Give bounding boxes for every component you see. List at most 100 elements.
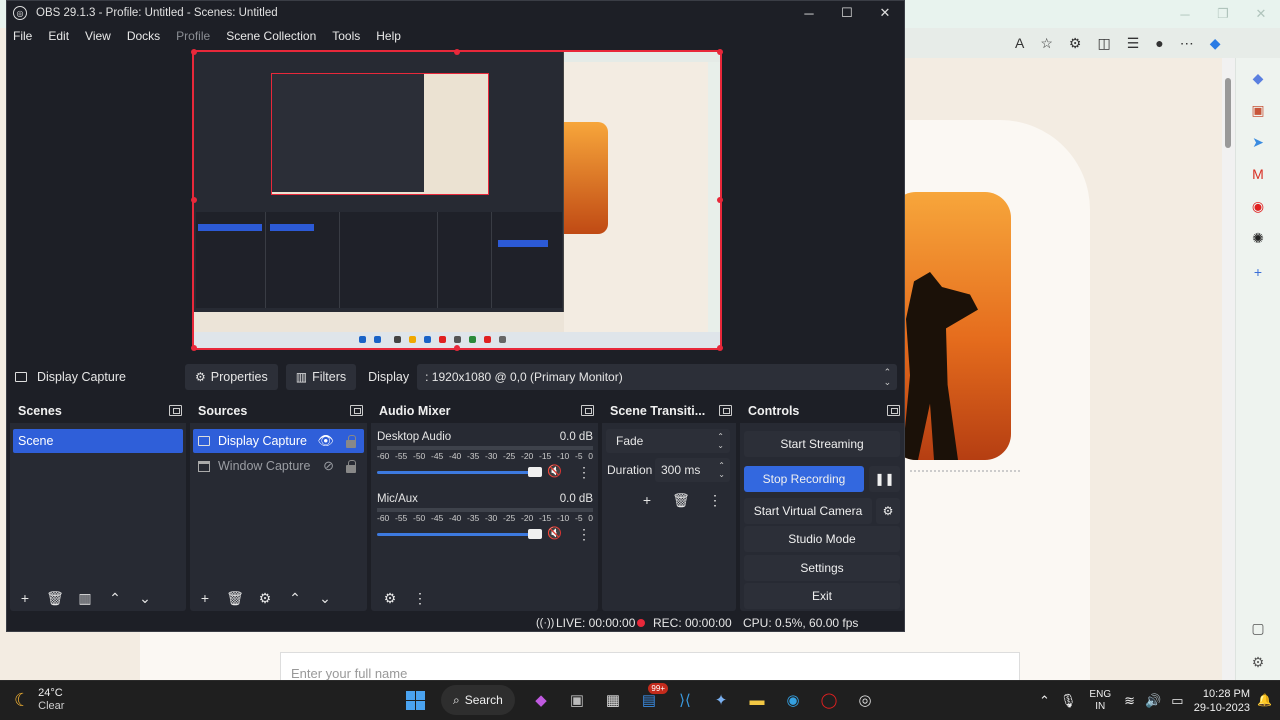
resize-handle[interactable] [191, 49, 197, 55]
source-item-display-capture[interactable]: Display Capture 👁 [193, 429, 364, 453]
obs-maximize-button[interactable]: ☐ [828, 1, 866, 25]
system-clock[interactable]: 10:28 PM 29-10-2023 [1194, 687, 1250, 715]
settings-button[interactable]: Settings [744, 555, 900, 581]
volume-slider[interactable]: 🔇 ⋮ [377, 526, 593, 543]
add-scene-button[interactable]: + [10, 585, 40, 611]
full-name-input[interactable]: Enter your full name [280, 652, 1020, 681]
chevron-up-icon[interactable]: ⌃ [1039, 693, 1050, 709]
notification-bell-icon[interactable]: 🔔 [1257, 693, 1272, 707]
stop-recording-button[interactable]: Stop Recording [744, 466, 864, 492]
eye-hidden-icon[interactable]: ⊘ [323, 458, 334, 474]
more-menu-icon[interactable]: ⋯ [1180, 35, 1194, 52]
move-down-button[interactable]: ⌄ [310, 585, 340, 611]
preview-canvas[interactable] [7, 47, 904, 361]
eye-icon[interactable]: 👁 [317, 433, 334, 449]
start-virtual-camera-button[interactable]: Start Virtual Camera [744, 498, 872, 524]
sidebar-gmail-icon[interactable]: M [1248, 164, 1268, 184]
undock-icon[interactable] [581, 405, 594, 416]
battery-icon[interactable]: ▭ [1171, 693, 1183, 709]
trash-icon[interactable]: 🗑 [666, 487, 696, 513]
exit-button[interactable]: Exit [744, 583, 900, 609]
more-options-icon[interactable]: ⋮ [405, 585, 435, 611]
lock-icon[interactable] [346, 460, 356, 473]
menu-scene-collection[interactable]: Scene Collection [226, 29, 316, 43]
duration-spinbox[interactable]: 300 ms ⌃ ⌄ [655, 458, 730, 482]
studio-mode-button[interactable]: Studio Mode [744, 526, 900, 552]
sidebar-tag-icon[interactable]: ◆ [1248, 68, 1268, 88]
properties-button[interactable]: ⚙ Properties [185, 364, 278, 390]
advanced-audio-icon[interactable]: ⚙ [375, 585, 405, 611]
undock-icon[interactable] [350, 405, 363, 416]
sidebar-settings-icon[interactable]: ⚙ [1248, 652, 1268, 672]
browser-maximize-button[interactable]: ❐ [1204, 0, 1242, 28]
display-capture-preview[interactable] [192, 50, 722, 350]
store-icon[interactable]: ▦ [598, 685, 628, 715]
move-up-button[interactable]: ⌃ [100, 585, 130, 611]
vscode-icon[interactable]: ⟩⟨ [670, 685, 700, 715]
volume-icon[interactable]: 🔊 [1145, 693, 1161, 709]
task-view-icon[interactable]: ▣ [562, 685, 592, 715]
move-up-button[interactable]: ⌃ [280, 585, 310, 611]
menu-profile[interactable]: Profile [176, 29, 210, 43]
sidebar-add-icon[interactable]: + [1248, 262, 1268, 282]
undock-icon[interactable] [887, 405, 900, 416]
sidebar-send-icon[interactable]: ➤ [1248, 132, 1268, 152]
start-streaming-button[interactable]: Start Streaming [744, 431, 900, 457]
resize-handle[interactable] [717, 197, 723, 203]
add-transition-button[interactable]: + [632, 487, 662, 513]
menu-docks[interactable]: Docks [127, 29, 160, 43]
browser-scrollbar[interactable] [1222, 58, 1235, 680]
favorites-icon[interactable]: ☰ [1127, 35, 1140, 52]
menu-tools[interactable]: Tools [332, 29, 360, 43]
virtual-camera-settings-button[interactable]: ⚙ [876, 498, 900, 524]
move-down-button[interactable]: ⌄ [130, 585, 160, 611]
trash-icon[interactable]: 🗑 [40, 585, 70, 611]
obs-close-button[interactable]: ✕ [866, 1, 904, 25]
taskbar-search[interactable]: ⌕ Search [441, 685, 515, 715]
teams-icon[interactable]: ▤ 99+ [634, 683, 668, 715]
updown-chevron-icon[interactable]: ⌃ ⌄ [718, 461, 725, 479]
sidebar-openai-icon[interactable]: ✺ [1248, 228, 1268, 248]
menu-help[interactable]: Help [376, 29, 401, 43]
lock-icon[interactable] [346, 435, 356, 448]
undock-icon[interactable] [719, 405, 732, 416]
scene-list-item[interactable]: Scene [13, 429, 183, 453]
obs-taskbar-icon[interactable]: ◎ [850, 685, 880, 715]
favorite-star-icon[interactable]: ☆ [1040, 35, 1053, 52]
resize-handle[interactable] [717, 49, 723, 55]
browser-close-button[interactable]: ✕ [1242, 0, 1280, 28]
more-options-icon[interactable]: ⋮ [577, 464, 591, 481]
menu-edit[interactable]: Edit [48, 29, 69, 43]
copilot-app-icon[interactable]: ◆ [526, 685, 556, 715]
menu-file[interactable]: File [13, 29, 32, 43]
undock-icon[interactable] [169, 405, 182, 416]
gear-icon[interactable]: ⚙ [250, 585, 280, 611]
menu-view[interactable]: View [85, 29, 111, 43]
obs-minimize-button[interactable]: ─ [790, 1, 828, 25]
resize-handle[interactable] [717, 345, 723, 351]
more-options-icon[interactable]: ⋮ [577, 526, 591, 543]
microphone-icon[interactable]: 🎙 [1060, 693, 1077, 709]
browser-minimize-button[interactable]: ─ [1166, 0, 1204, 28]
opera-icon[interactable]: ◯ [814, 685, 844, 715]
edge-icon[interactable]: ◉ [778, 685, 808, 715]
weather-widget[interactable]: ☾ 24°C Clear [14, 687, 64, 713]
scene-filters-button[interactable]: ▥ [70, 585, 100, 611]
sidebar-tools-icon[interactable]: ▣ [1248, 100, 1268, 120]
sidebar-opera-icon[interactable]: ◉ [1248, 196, 1268, 216]
source-item-window-capture[interactable]: Window Capture ⊘ [193, 454, 364, 478]
windows-start-icon[interactable] [406, 690, 425, 710]
file-explorer-icon[interactable]: ▬ [742, 685, 772, 715]
ai-app-icon[interactable]: ✦ [706, 685, 736, 715]
read-aloud-icon[interactable]: A [1015, 35, 1024, 51]
transition-select[interactable]: Fade ⌃ ⌄ [606, 429, 730, 453]
speaker-muted-icon[interactable]: 🔇 [547, 526, 562, 540]
resize-handle[interactable] [454, 345, 460, 351]
volume-slider[interactable]: 🔇 ⋮ [377, 464, 593, 481]
speaker-muted-icon[interactable]: 🔇 [547, 464, 562, 478]
resize-handle[interactable] [191, 197, 197, 203]
filters-button[interactable]: ▥ Filters [285, 364, 357, 390]
resize-handle[interactable] [191, 345, 197, 351]
language-indicator[interactable]: ENG IN [1089, 689, 1111, 713]
profile-avatar[interactable]: ● [1155, 35, 1163, 51]
